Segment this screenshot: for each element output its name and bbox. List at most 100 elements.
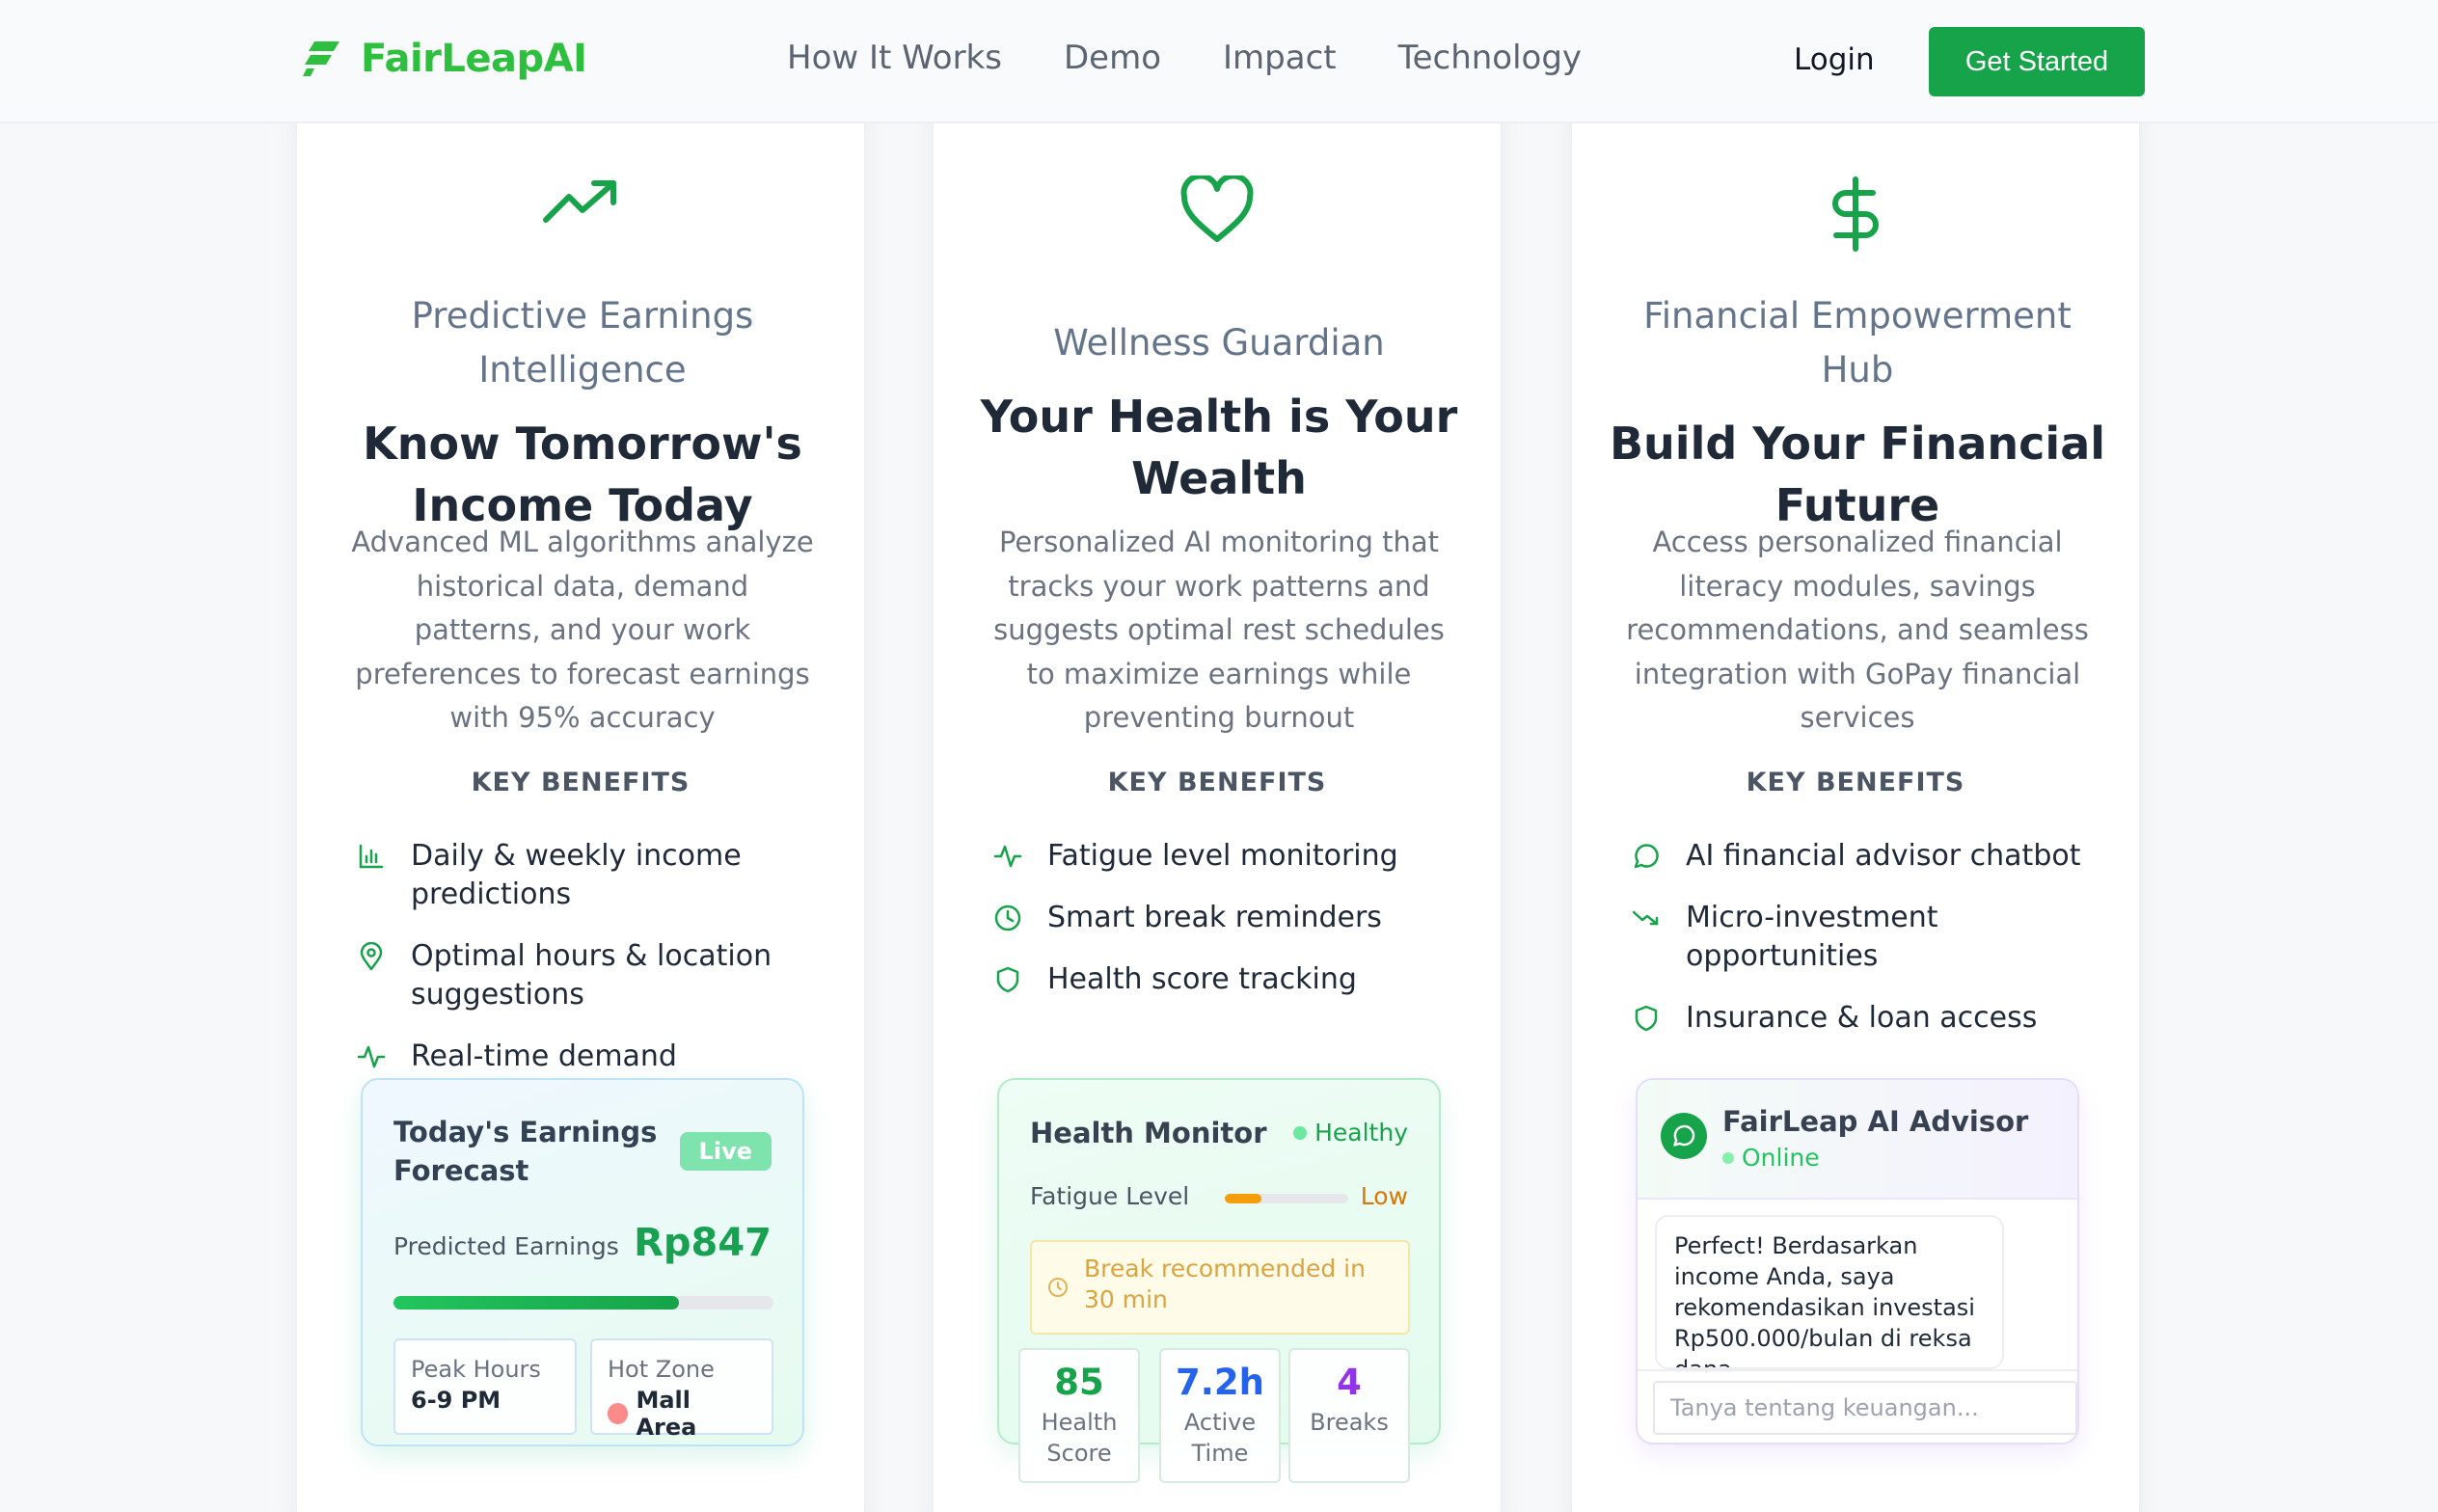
- key-benefits-label: KEY BENEFITS: [1107, 768, 1327, 797]
- stat-label: Breaks: [1310, 1409, 1389, 1436]
- hot-zone-dot-icon: [608, 1403, 629, 1424]
- breaks-stat: 4 Breaks: [1288, 1348, 1410, 1483]
- chat-input[interactable]: [1653, 1381, 2077, 1435]
- card-headline: Your Health is Your Wealth: [980, 391, 1458, 504]
- stat-value: 85: [1054, 1362, 1104, 1403]
- benefit-label: Insurance & loan access: [1686, 1001, 2038, 1035]
- active-time-stat: 7.2h Active Time: [1159, 1348, 1281, 1483]
- nav-links: How It Works Demo Impact Technology: [787, 39, 1582, 77]
- card-headline: Build Your Financial Future: [1610, 418, 2105, 531]
- fatigue-fill: [1225, 1194, 1262, 1203]
- shield-icon: [996, 966, 1019, 993]
- health-score-stat: 85 Health Score: [1018, 1348, 1140, 1483]
- benefit-label: Micro-investment opportunities: [1686, 901, 1938, 973]
- benefit-item: AI financial advisor chatbot: [1632, 837, 2095, 876]
- benefit-item: Optimal hours & location suggestions: [357, 937, 820, 1014]
- benefit-item: Real-time demand: [357, 1038, 820, 1076]
- activity-icon: [993, 845, 1022, 868]
- get-started-button[interactable]: Get Started: [1929, 27, 2145, 96]
- earnings-progress-fill: [393, 1296, 679, 1310]
- benefit-label: Smart break reminders: [1047, 901, 1382, 934]
- ai-advisor-chat: FairLeap AI Advisor Online Perfect! Berd…: [1636, 1078, 2079, 1444]
- earnings-progress-bar: [393, 1296, 773, 1310]
- brand-name: FairLeapAI: [361, 37, 587, 81]
- card-headline: Know Tomorrow's Income Today: [363, 418, 802, 531]
- benefit-label: Fatigue level monitoring: [1047, 839, 1398, 873]
- stat-label: Health Score: [1041, 1409, 1118, 1467]
- predicted-earnings-value: Rp847: [634, 1221, 772, 1265]
- brand-logo[interactable]: FairLeapAI: [301, 37, 587, 81]
- benefit-item: Micro-investment opportunities: [1632, 899, 2095, 976]
- benefit-label: Real-time demand: [411, 1040, 677, 1073]
- health-status-label: Healthy: [1314, 1119, 1408, 1147]
- login-button[interactable]: Login: [1794, 42, 1875, 77]
- earnings-forecast-panel: Today's Earnings Forecast Live Predicted…: [361, 1078, 804, 1446]
- card-subtitle: Predictive Earnings Intelligence: [411, 295, 754, 391]
- nav-link-technology[interactable]: Technology: [1398, 39, 1582, 77]
- advisor-status-label: Online: [1742, 1144, 1820, 1172]
- fairleap-logo-icon: [301, 38, 343, 80]
- benefit-item: Fatigue level monitoring: [993, 837, 1456, 876]
- live-badge: Live: [679, 1132, 772, 1171]
- card-subtitle: Wellness Guardian: [1053, 322, 1385, 364]
- status-dot-icon: [1293, 1125, 1308, 1140]
- feature-card-earnings: Predictive Earnings Intelligence Know To…: [295, 89, 866, 1512]
- trending-up-icon: [543, 180, 616, 223]
- stat-label: Active Time: [1183, 1409, 1257, 1467]
- panel-title: Today's Earnings Forecast: [393, 1116, 658, 1187]
- benefit-label: Daily & weekly income predictions: [411, 839, 742, 911]
- message-circle-icon: [1634, 844, 1659, 869]
- break-reminder-text: Break recommended in 30 min: [1084, 1255, 1366, 1313]
- feature-card-financial: Financial Empowerment Hub Build Your Fin…: [1570, 89, 2141, 1512]
- predicted-earnings-label: Predicted Earnings: [393, 1232, 619, 1260]
- card-description: Personalized AI monitoring that tracks y…: [993, 526, 1445, 734]
- fatigue-bar: [1225, 1194, 1348, 1203]
- hot-zone-value: Mall Area: [636, 1387, 697, 1441]
- card-description: Advanced ML algorithms analyze historica…: [351, 526, 814, 734]
- clock-icon: [994, 904, 1021, 932]
- nav-link-impact[interactable]: Impact: [1223, 39, 1337, 77]
- benefit-list: Daily & weekly income predictions Optima…: [357, 837, 820, 1099]
- hot-zone-label: Hot Zone: [608, 1356, 715, 1383]
- peak-hours-label: Peak Hours: [411, 1356, 541, 1383]
- benefit-item: Insurance & loan access: [1632, 999, 2095, 1038]
- chat-divider: [1638, 1369, 2077, 1371]
- advisor-status: Online: [1722, 1144, 1820, 1172]
- card-subtitle: Financial Empowerment Hub: [1643, 295, 2072, 391]
- activity-icon: [357, 1045, 386, 1068]
- benefit-list: AI financial advisor chatbot Micro-inves…: [1632, 837, 2095, 1061]
- health-status: Healthy: [1293, 1119, 1408, 1147]
- advisor-avatar: [1661, 1113, 1707, 1159]
- advisor-name: FairLeap AI Advisor: [1722, 1105, 2029, 1138]
- nav-link-how-it-works[interactable]: How It Works: [787, 39, 1002, 77]
- health-monitor-panel: Health Monitor Healthy Fatigue Level Low…: [997, 1078, 1441, 1483]
- benefit-label: AI financial advisor chatbot: [1686, 839, 2081, 873]
- chat-message: Perfect! Berdasarkan income Anda, saya r…: [1655, 1215, 2004, 1369]
- key-benefits-label: KEY BENEFITS: [1746, 768, 1965, 797]
- shield-icon: [1635, 1005, 1658, 1032]
- key-benefits-label: KEY BENEFITS: [471, 768, 691, 797]
- message-circle-icon: [1673, 1124, 1695, 1147]
- clock-icon: [1048, 1278, 1068, 1297]
- benefit-label: Optimal hours & location suggestions: [411, 939, 772, 1012]
- peak-hours-box: Peak Hours 6-9 PM: [393, 1338, 577, 1435]
- benefit-label: Health score tracking: [1047, 962, 1357, 996]
- trending-down-icon: [1632, 910, 1659, 926]
- peak-hours-value: 6-9 PM: [411, 1387, 501, 1414]
- card-description: Access personalized financial literacy m…: [1626, 526, 2089, 734]
- benefit-item: Smart break reminders: [993, 899, 1456, 937]
- feature-card-wellness: Wellness Guardian Your Health is Your We…: [932, 89, 1503, 1512]
- benefit-item: Health score tracking: [993, 960, 1456, 999]
- stat-value: 7.2h: [1176, 1362, 1264, 1403]
- bar-chart-icon: [359, 844, 384, 869]
- panel-title: Health Monitor: [1030, 1117, 1267, 1149]
- break-reminder: Break recommended in 30 min: [1030, 1240, 1410, 1335]
- map-pin-icon: [360, 942, 383, 971]
- nav-link-demo[interactable]: Demo: [1064, 39, 1161, 77]
- hot-zone-box: Hot Zone Mall Area: [590, 1338, 773, 1441]
- benefit-list: Fatigue level monitoring Smart break rem…: [993, 837, 1456, 1022]
- top-nav: FairLeapAI How It Works Demo Impact Tech…: [0, 0, 2438, 123]
- stat-value: 4: [1337, 1362, 1362, 1403]
- benefit-item: Daily & weekly income predictions: [357, 837, 820, 914]
- chat-header: FairLeap AI Advisor Online: [1638, 1080, 2077, 1200]
